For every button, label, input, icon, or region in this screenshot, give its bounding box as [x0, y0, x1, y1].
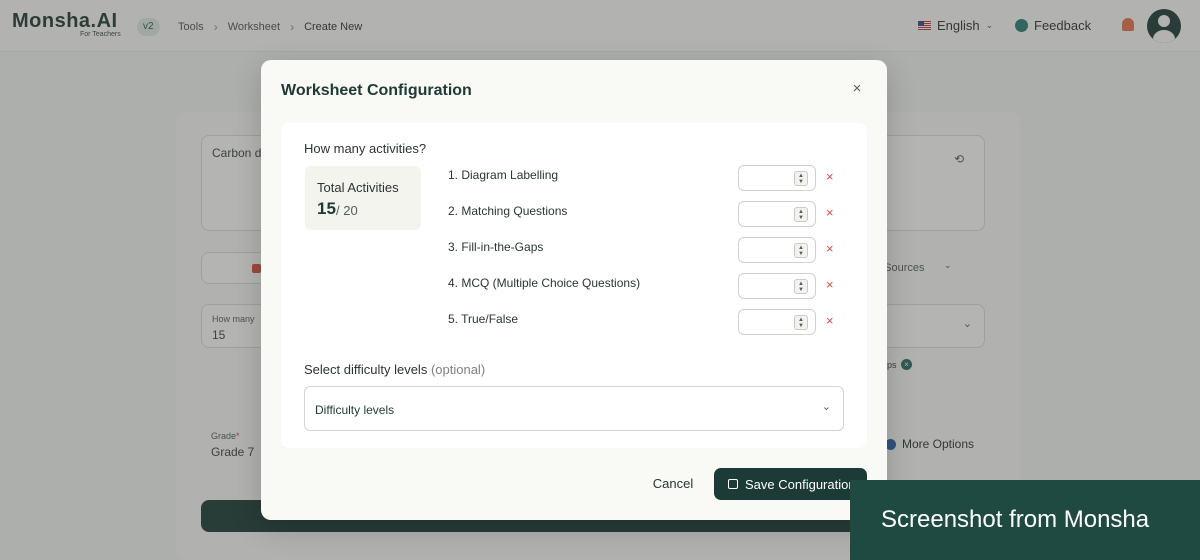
worksheet-configuration-dialog: Worksheet Configuration × How many activ… [261, 60, 887, 520]
activity-count-input[interactable]: ▲ ▼ [738, 309, 816, 335]
save-label: Save Configuration [745, 476, 856, 492]
remove-activity-icon[interactable]: × [826, 205, 834, 220]
activity-label: 2. Matching Questions [448, 204, 568, 218]
activity-count-input[interactable]: ▲ ▼ [738, 165, 816, 191]
activities-question: How many activities? [304, 141, 427, 156]
watermark-banner: Screenshot from Monsha [850, 480, 1200, 560]
remove-activity-icon[interactable]: × [826, 277, 834, 292]
stepper-icon[interactable]: ▲ ▼ [794, 279, 808, 294]
remove-activity-icon[interactable]: × [826, 169, 834, 184]
stepper-icon[interactable]: ▲ ▼ [794, 243, 808, 258]
optional-hint: (optional) [430, 362, 486, 377]
difficulty-select[interactable]: Difficulty levels ⌄ [304, 386, 844, 431]
remove-activity-icon[interactable]: × [826, 241, 834, 256]
total-activities-count: 15 [317, 199, 336, 218]
activity-row-matching-questions: 2. Matching Questions ▲ ▼ × [448, 200, 868, 228]
activity-label: 1. Diagram Labelling [448, 168, 559, 182]
activity-count-input[interactable]: ▲ ▼ [738, 237, 816, 263]
chevron-down-icon: ⌄ [821, 401, 831, 413]
save-icon [728, 479, 738, 489]
difficulty-placeholder: Difficulty levels [315, 403, 395, 417]
stepper-icon[interactable]: ▲ ▼ [794, 315, 808, 330]
total-activities-label: Total Activities [317, 180, 399, 195]
activity-row-fill-in-the-gaps: 3. Fill-in-the-Gaps ▲ ▼ × [448, 236, 868, 264]
activity-row-diagram-labelling: 1. Diagram Labelling ▲ ▼ × [448, 164, 868, 192]
activity-count-input[interactable]: ▲ ▼ [738, 273, 816, 299]
remove-activity-icon[interactable]: × [826, 313, 834, 328]
activity-row-mcq: 4. MCQ (Multiple Choice Questions) ▲ ▼ × [448, 272, 868, 300]
total-activities-box: Total Activities 15 / 20 [305, 166, 421, 230]
activity-label: 3. Fill-in-the-Gaps [448, 240, 544, 254]
stepper-icon[interactable]: ▲ ▼ [794, 171, 808, 186]
dialog-title: Worksheet Configuration [281, 82, 472, 99]
stepper-icon[interactable]: ▲ ▼ [794, 207, 808, 222]
activity-row-true-false: 5. True/False ▲ ▼ × [448, 308, 868, 336]
cancel-button[interactable]: Cancel [643, 472, 703, 496]
total-activities-max: / 20 [336, 203, 358, 218]
difficulty-label: Select difficulty levels (optional) [304, 362, 485, 377]
activities-panel: How many activities? Total Activities 15… [281, 123, 867, 448]
activity-count-input[interactable]: ▲ ▼ [738, 201, 816, 227]
save-configuration-button[interactable]: Save Configuration [714, 468, 867, 500]
activity-label: 5. True/False [448, 312, 519, 326]
difficulty-label-text: Select difficulty levels [304, 362, 428, 377]
close-icon[interactable]: × [849, 80, 865, 98]
activity-label: 4. MCQ (Multiple Choice Questions) [448, 276, 641, 290]
